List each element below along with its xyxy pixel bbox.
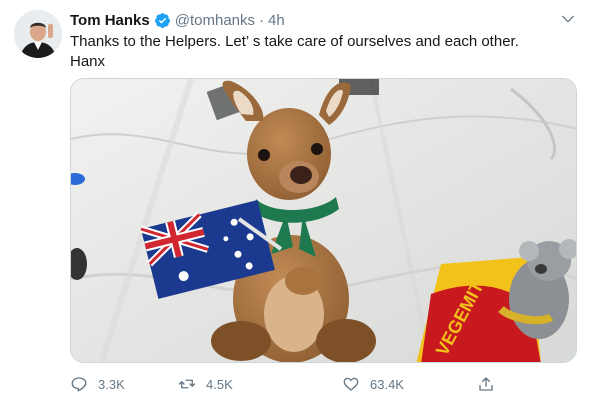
- avatar[interactable]: [14, 10, 62, 58]
- display-name[interactable]: Tom Hanks: [70, 12, 150, 29]
- tweet-card[interactable]: Tom Hanks @tomhanks · 4h Thanks to the H…: [0, 0, 591, 406]
- reply-button[interactable]: 3.3K: [70, 375, 125, 393]
- verified-badge-icon: [154, 12, 171, 29]
- tweet-text: Thanks to the Helpers. Let’ s take care …: [70, 32, 570, 72]
- like-button[interactable]: 63.4K: [342, 375, 404, 393]
- more-options-chevron-down-icon[interactable]: [559, 10, 577, 28]
- like-count: 63.4K: [370, 376, 404, 392]
- retweet-button[interactable]: 4.5K: [178, 375, 233, 393]
- tweet-header: Tom Hanks @tomhanks · 4h: [70, 10, 285, 30]
- tweet-actions: 3.3K 4.5K 63.4K: [70, 372, 510, 396]
- share-icon: [479, 377, 493, 391]
- reply-count: 3.3K: [98, 376, 125, 392]
- retweet-count: 4.5K: [206, 376, 233, 392]
- retweet-icon: [178, 379, 196, 389]
- share-button[interactable]: [477, 375, 495, 393]
- photo-kangaroo-toy: VEGEMITE: [71, 79, 576, 362]
- user-handle[interactable]: @tomhanks: [175, 12, 255, 29]
- avatar-image: [14, 10, 62, 58]
- reply-icon: [71, 377, 87, 392]
- tweet-text-line-2: Hanx: [70, 53, 106, 70]
- tweet-photo[interactable]: VEGEMITE: [70, 78, 577, 363]
- heart-icon: [343, 377, 359, 391]
- tweet-timestamp[interactable]: 4h: [268, 12, 285, 29]
- separator-dot: ·: [259, 11, 265, 29]
- tweet-text-line-1: Thanks to the Helpers. Let’ s take care …: [70, 33, 519, 50]
